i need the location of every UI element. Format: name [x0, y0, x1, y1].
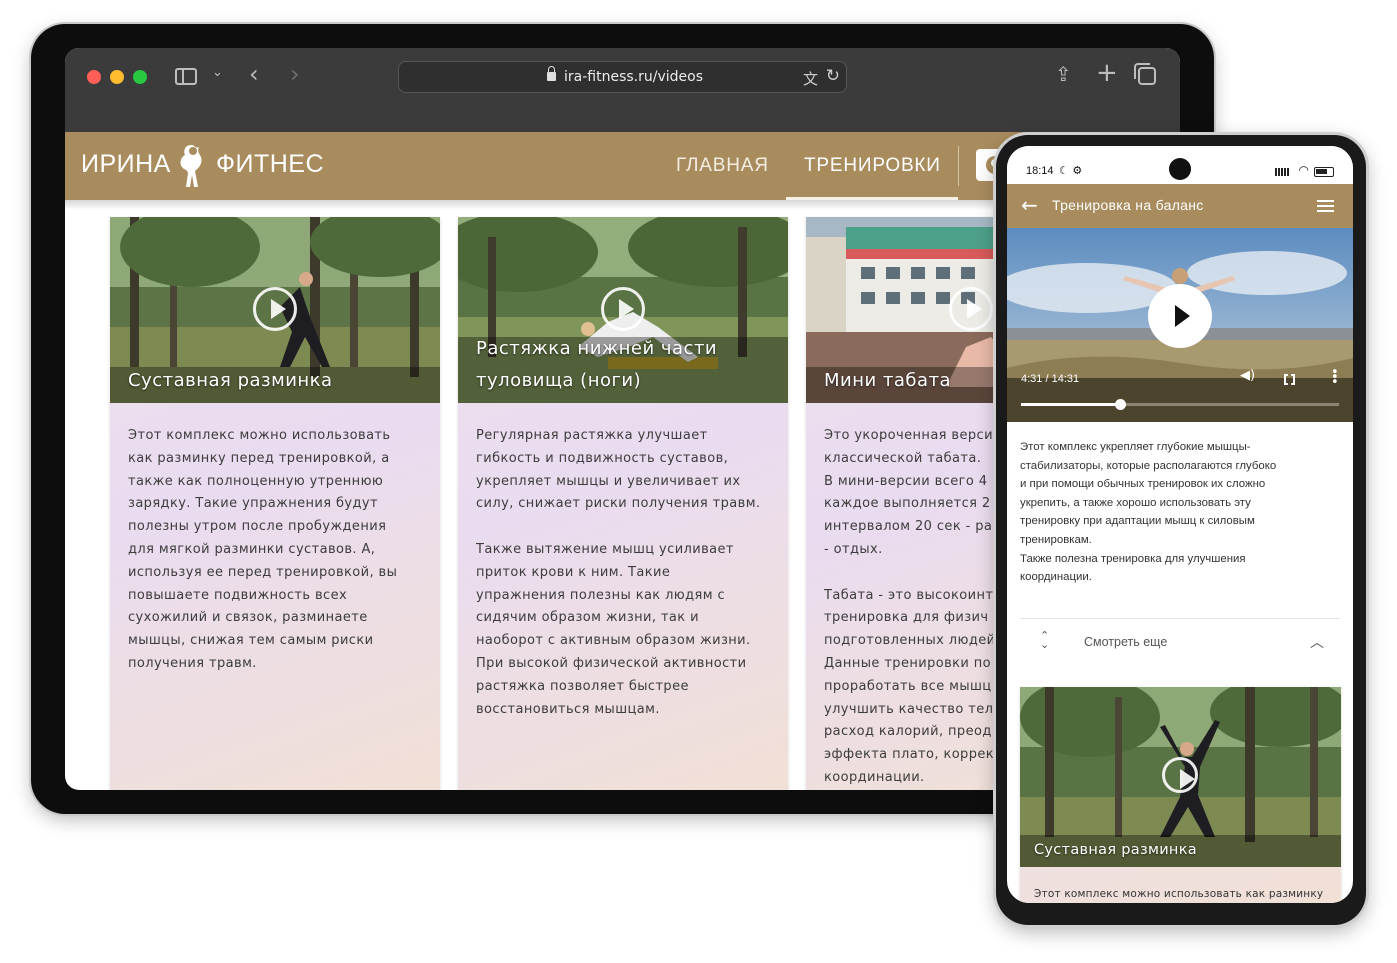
more-options-icon[interactable]: • • •	[1331, 366, 1339, 389]
play-icon[interactable]	[949, 287, 993, 331]
video-description: Регулярная растяжка улучшает гибкость и …	[476, 428, 761, 717]
video-card[interactable]: Суставная разминка Этот комплекс можно и…	[1020, 687, 1341, 903]
video-thumbnail[interactable]: Суставная разминка	[1020, 687, 1341, 867]
lock-icon	[547, 66, 556, 81]
video-thumbnail[interactable]: Растяжка нижней части туловища (ноги)	[458, 217, 788, 403]
video-title: Суставная разминка	[128, 370, 333, 391]
play-icon[interactable]	[1162, 757, 1198, 793]
status-time: 18:14	[1026, 165, 1054, 177]
video-description: Этот комплекс укрепляет глубокие мышцы- …	[1020, 441, 1277, 584]
phone-screen: 18:14 ☾ ⚙ ◠ ← Тренировка на баланс 4:31 …	[1007, 146, 1353, 903]
status-extra-icons: ☾ ⚙	[1059, 164, 1083, 177]
forward-icon[interactable]: ›	[290, 60, 300, 88]
video-thumbnail[interactable]: Суставная разминка	[110, 217, 440, 403]
tabs-icon[interactable]	[1134, 63, 1156, 85]
plus-icon[interactable]: +	[1096, 58, 1118, 88]
phone-frame: 18:14 ☾ ⚙ ◠ ← Тренировка на баланс 4:31 …	[996, 135, 1366, 925]
video-card[interactable]: Растяжка нижней части туловища (ноги) Ре…	[458, 217, 788, 790]
video-title: Мини табата	[824, 370, 952, 391]
address-bar[interactable]: ira-fitness.ru/videos 文 ↻	[398, 61, 847, 93]
seek-bar-progress	[1021, 403, 1120, 406]
back-icon[interactable]: ‹	[249, 60, 259, 88]
url-text: ira-fitness.ru/videos	[564, 69, 703, 85]
close-window-button[interactable]	[87, 70, 101, 84]
wifi-icon: ◠	[1298, 163, 1309, 177]
chevron-up-icon[interactable]: ︿	[1310, 632, 1324, 652]
minimize-window-button[interactable]	[110, 70, 124, 84]
sidebar-icon[interactable]	[175, 68, 197, 85]
show-more-label: Смотреть еще	[1084, 635, 1168, 649]
time-readout: 4:31 / 14:31	[1021, 373, 1080, 385]
status-bar: 18:14 ☾ ⚙ ◠	[1007, 146, 1353, 184]
play-button[interactable]	[1148, 284, 1212, 348]
volume-icon[interactable]: ◀)	[1240, 368, 1255, 383]
share-icon[interactable]: ⇪	[1055, 62, 1072, 86]
video-player[interactable]: 4:31 / 14:31 ◀) • • •	[1007, 228, 1353, 422]
reload-icon[interactable]: ↻	[826, 66, 840, 86]
front-camera	[1169, 158, 1191, 180]
logo-figure-icon	[180, 145, 202, 187]
page-title: Тренировка на баланс	[1052, 197, 1204, 213]
seek-bar[interactable]	[1021, 399, 1339, 410]
nav-trainings[interactable]: ТРЕНИРОВКИ	[804, 155, 941, 177]
play-icon[interactable]	[253, 287, 297, 331]
battery-icon	[1314, 167, 1334, 177]
arrow-back-icon[interactable]: ←	[1021, 193, 1038, 217]
video-card[interactable]: Суставная разминка Этот комплекс можно и…	[110, 217, 440, 790]
video-description: Этот комплекс можно использовать как раз…	[1034, 888, 1324, 900]
seek-bar-handle[interactable]	[1114, 399, 1126, 410]
video-title: Растяжка нижней части туловища (ноги)	[476, 338, 718, 391]
unfold-icon: ⌃ ⌄	[1040, 629, 1050, 651]
signal-icon	[1275, 168, 1289, 176]
show-more-row[interactable]: ⌃ ⌄ Смотреть еще ︿	[1020, 619, 1340, 669]
video-title: Суставная разминка	[1034, 842, 1197, 858]
browser-toolbar: ⌄ ‹ › ira-fitness.ru/videos 文 ↻ ⇪ +	[65, 48, 1180, 132]
zoom-window-button[interactable]	[133, 70, 147, 84]
chevron-down-icon[interactable]: ⌄	[212, 65, 223, 80]
logo-text-right: ФИТНЕС	[216, 150, 325, 178]
menu-icon[interactable]	[1317, 200, 1334, 212]
translate-icon[interactable]: 文	[803, 68, 818, 89]
nav-home[interactable]: ГЛАВНАЯ	[676, 155, 769, 177]
play-icon[interactable]	[601, 287, 645, 331]
logo-text-left: ИРИНА	[81, 150, 171, 178]
nav-divider	[958, 146, 959, 186]
video-description: Этот комплекс можно использовать как раз…	[128, 428, 398, 671]
phone-app-bar: ← Тренировка на баланс	[1007, 184, 1353, 228]
